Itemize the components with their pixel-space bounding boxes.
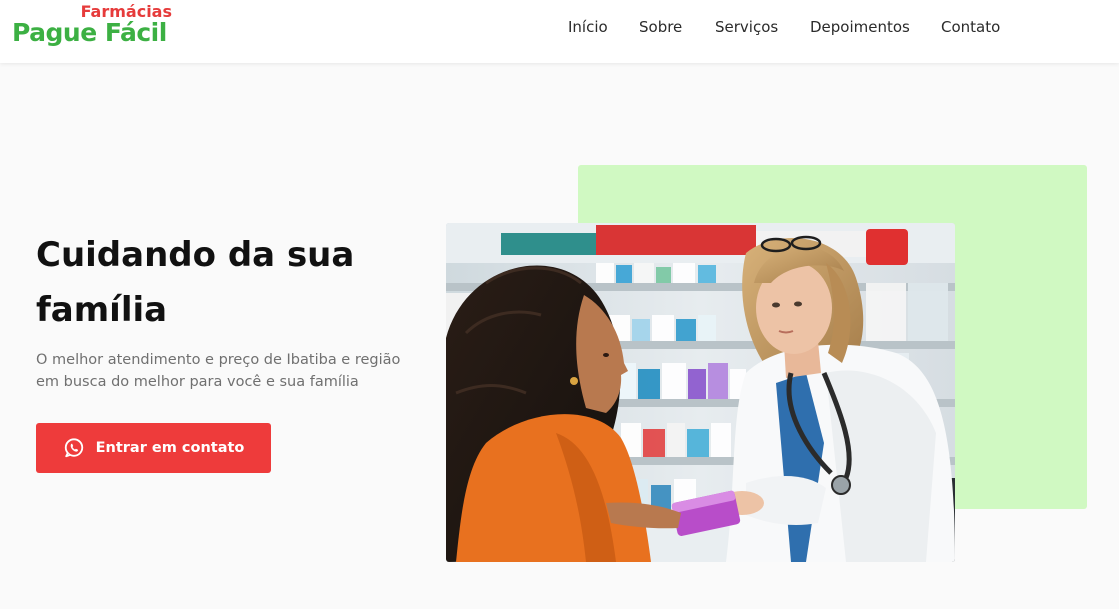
contact-button[interactable]: Entrar em contato xyxy=(36,423,271,473)
whatsapp-icon xyxy=(63,437,85,459)
nav-link-contato[interactable]: Contato xyxy=(941,18,1000,36)
nav-link-inicio[interactable]: Início xyxy=(568,18,608,36)
logo-bottom-text: Pague Fácil xyxy=(12,18,167,47)
hero-image xyxy=(446,223,955,562)
site-header: Farmácias Pague Fácil Início Sobre Servi… xyxy=(0,0,1119,63)
hero-title: Cuidando da sua família xyxy=(36,235,355,330)
contact-button-label: Entrar em contato xyxy=(95,440,245,456)
nav-link-depoimentos[interactable]: Depoimentos xyxy=(810,18,910,36)
nav-link-servicos[interactable]: Serviços xyxy=(715,18,778,36)
nav-link-sobre[interactable]: Sobre xyxy=(639,18,682,36)
hero-subtitle: O melhor atendimento e preço de Ibatiba … xyxy=(36,352,401,390)
logo[interactable]: Farmácias Pague Fácil xyxy=(12,2,177,52)
